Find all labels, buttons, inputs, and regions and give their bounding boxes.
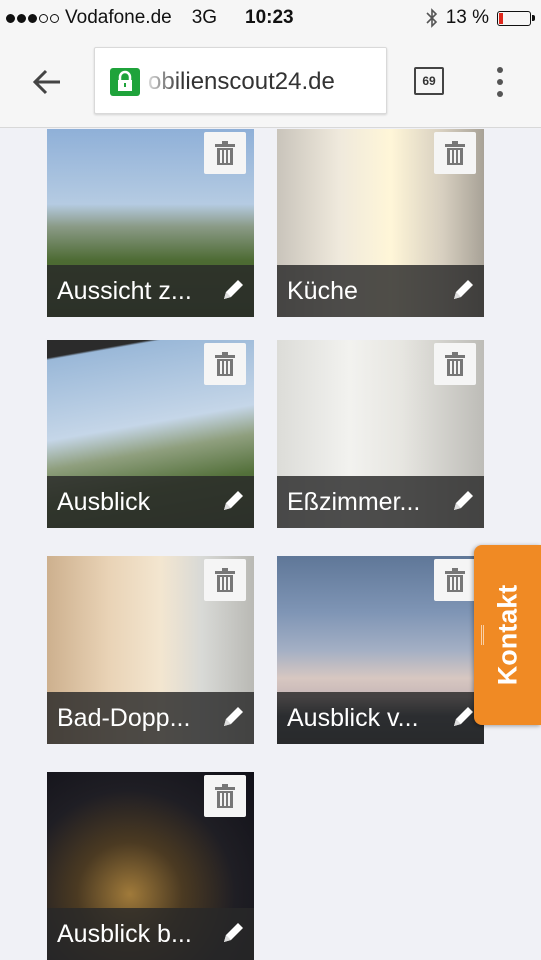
clock: 10:23 [245,7,294,28]
bluetooth-icon [426,8,437,28]
pencil-edit-icon[interactable] [450,277,476,303]
photo-title: Ausblick b... [57,920,192,948]
photo-card[interactable]: Aussicht z... [47,129,254,317]
browser-toolbar: obilienscout24.de 69 [0,36,541,128]
trash-icon[interactable] [204,343,246,385]
photo-title: Ausblick v... [287,704,419,732]
trash-icon[interactable] [204,559,246,601]
photo-card[interactable]: Ausblick b... [47,772,254,960]
trash-icon[interactable] [434,132,476,174]
battery-percent: 13 % [445,7,489,28]
photo-title: Bad-Dopp... [57,704,191,732]
photo-title: Küche [287,277,358,305]
kontakt-label: Kontakt [492,584,522,686]
photo-card[interactable]: Ausblick v... [277,556,484,744]
photo-caption: Ausblick v... [277,692,484,744]
carrier-name: Vodafone.de [65,7,172,28]
photo-caption: Küche [277,265,484,317]
pencil-edit-icon[interactable] [220,920,246,946]
pencil-edit-icon[interactable] [220,488,246,514]
battery-icon [497,10,535,26]
photo-title: Aussicht z... [57,277,192,305]
address-bar[interactable]: obilienscout24.de [94,47,387,114]
photo-title: Ausblick [57,488,151,516]
pencil-edit-icon[interactable] [450,488,476,514]
pencil-edit-icon[interactable] [220,704,246,730]
trash-icon[interactable] [204,132,246,174]
pencil-edit-icon[interactable] [220,277,246,303]
lock-icon [110,68,140,96]
photo-caption: Ausblick b... [47,908,254,960]
trash-icon[interactable] [204,775,246,817]
photo-caption: Ausblick [47,476,254,528]
photo-card[interactable]: Eßzimmer... [277,340,484,528]
grip-handle [481,625,484,645]
photo-card[interactable]: Ausblick [47,340,254,528]
pencil-edit-icon[interactable] [450,704,476,730]
signal-strength-icon [6,13,59,23]
trash-icon[interactable] [434,559,476,601]
photo-caption: Eßzimmer... [277,476,484,528]
tab-count-button[interactable]: 69 [414,67,444,95]
photo-card[interactable]: Bad-Dopp... [47,556,254,744]
back-arrow-icon[interactable] [28,62,68,102]
status-bar: Vodafone.de 3G 10:23 13 % [0,0,541,36]
network-type: 3G [191,7,218,28]
overflow-menu-icon[interactable] [494,67,506,97]
trash-icon[interactable] [434,343,476,385]
status-right: 13 % [426,7,535,29]
kontakt-tab[interactable]: Kontakt [474,545,541,725]
status-left: Vodafone.de 3G [6,7,217,29]
photo-caption: Bad-Dopp... [47,692,254,744]
photo-caption: Aussicht z... [47,265,254,317]
photo-title: Eßzimmer... [287,488,421,516]
photo-card[interactable]: Küche [277,129,484,317]
